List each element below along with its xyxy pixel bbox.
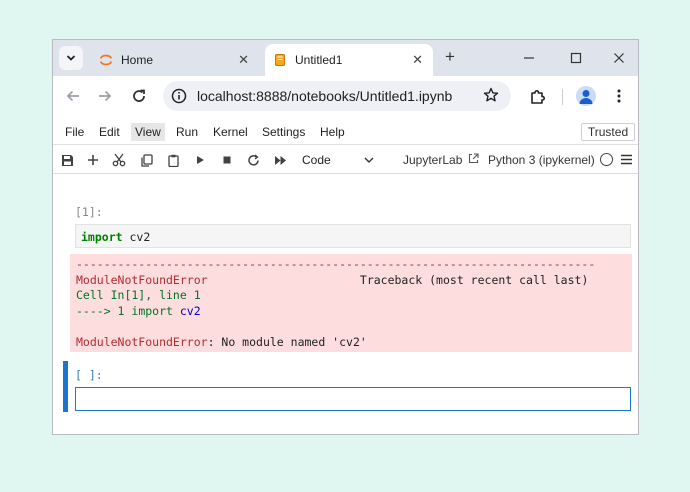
- restart-icon: [247, 153, 259, 166]
- menu-edit[interactable]: Edit: [99, 125, 120, 139]
- reload-icon: [133, 89, 145, 102]
- save-button[interactable]: [60, 153, 74, 167]
- menu-help[interactable]: Help: [320, 125, 345, 139]
- menu-settings[interactable]: Settings: [262, 125, 305, 139]
- tab-title: Untitled1: [295, 53, 343, 67]
- traceback-label: Traceback (most recent call last): [359, 272, 589, 287]
- interrupt-button[interactable]: [220, 153, 234, 167]
- cell1-prompt: [1]:: [75, 205, 103, 219]
- back-button[interactable]: [64, 87, 82, 105]
- tab-untitled1[interactable]: Untitled1 ✕: [265, 44, 433, 76]
- save-icon: [61, 154, 73, 166]
- browser-menu-button[interactable]: [610, 87, 628, 105]
- jupyter-menubar: File Edit View Run Kernel Settings Help …: [53, 120, 638, 145]
- error-name: ModuleNotFoundError: [76, 272, 208, 287]
- reload-button[interactable]: [130, 87, 148, 105]
- stop-icon: [223, 156, 231, 164]
- error-module: cv2: [179, 303, 201, 318]
- browser-toolbar: localhost:8888/notebooks/Untitled1.ipynb: [53, 76, 638, 116]
- arrow-left-icon: [66, 90, 79, 102]
- fast-forward-icon: [274, 155, 286, 165]
- error-arrow: ----> 1: [76, 303, 132, 318]
- kernel-status-icon: [600, 153, 613, 166]
- copy-button[interactable]: [139, 153, 153, 167]
- chevron-down-icon: [66, 55, 76, 61]
- menu-kernel[interactable]: Kernel: [213, 125, 248, 139]
- arrow-right-icon: [99, 90, 112, 102]
- open-jupyterlab-link[interactable]: JupyterLab: [403, 153, 479, 167]
- plus-icon: [88, 155, 98, 165]
- more-vert-icon: [617, 89, 621, 103]
- error-separator: ----------------------------------------…: [76, 257, 596, 271]
- trusted-indicator[interactable]: Trusted: [581, 123, 635, 141]
- browser-window: Home ✕ Untitled1 ✕ + localhost:8888/note…: [52, 39, 639, 435]
- active-cell-indicator: [63, 361, 68, 412]
- extensions-button[interactable]: [528, 87, 546, 105]
- empty-code-cell-input[interactable]: [75, 387, 631, 411]
- cell-type-select[interactable]: Code: [302, 153, 331, 167]
- restart-run-all-button[interactable]: [273, 153, 287, 167]
- address-bar[interactable]: localhost:8888/notebooks/Untitled1.ipynb: [163, 81, 511, 111]
- code-keyword: import: [81, 230, 123, 244]
- close-tab-icon[interactable]: ✕: [412, 52, 423, 68]
- forward-button[interactable]: [96, 87, 114, 105]
- external-link-icon: [468, 153, 479, 164]
- paste-button[interactable]: [166, 153, 180, 167]
- minimize-icon[interactable]: [523, 52, 535, 64]
- jupyterlab-label: JupyterLab: [403, 153, 463, 167]
- cut-button[interactable]: [112, 153, 126, 167]
- clipboard-icon: [167, 154, 179, 167]
- profile-avatar[interactable]: [576, 86, 596, 106]
- tab-strip: Home ✕ Untitled1 ✕ +: [53, 40, 638, 76]
- play-icon: [197, 156, 204, 164]
- tab-search-button[interactable]: [59, 46, 83, 70]
- user-icon: [579, 90, 593, 104]
- new-tab-button[interactable]: +: [445, 48, 455, 65]
- code-cell-input[interactable]: import cv2: [75, 224, 631, 248]
- close-tab-icon[interactable]: ✕: [238, 52, 249, 68]
- error-keyword: import: [131, 303, 173, 318]
- url-text[interactable]: localhost:8888/notebooks/Untitled1.ipynb: [197, 88, 452, 104]
- menu-file[interactable]: File: [65, 125, 84, 139]
- menu-run[interactable]: Run: [176, 125, 198, 139]
- error-final-name: ModuleNotFoundError: [76, 334, 208, 349]
- maximize-icon[interactable]: [570, 52, 582, 64]
- copy-icon: [140, 153, 153, 167]
- hamburger-menu-icon[interactable]: [620, 153, 633, 166]
- kernel-name[interactable]: Python 3 (ipykernel): [488, 153, 595, 167]
- restart-button[interactable]: [246, 153, 260, 167]
- toolbar-divider: [562, 89, 563, 105]
- menu-view[interactable]: View: [131, 123, 165, 141]
- bookmark-star-icon[interactable]: [483, 87, 499, 103]
- run-button[interactable]: [193, 153, 207, 167]
- notebook-icon: [275, 54, 285, 66]
- tab-home[interactable]: Home ✕: [91, 44, 259, 76]
- scissors-icon: [112, 153, 126, 167]
- code-text: cv2: [122, 230, 151, 244]
- error-message: : No module named 'cv2': [207, 334, 367, 349]
- cell2-prompt: [ ]:: [75, 368, 103, 382]
- chevron-down-icon[interactable]: [363, 154, 375, 166]
- notebook-toolbar: Code JupyterLab Python 3 (ipykernel): [53, 146, 638, 174]
- close-window-icon[interactable]: [613, 52, 625, 64]
- tab-title: Home: [121, 53, 154, 67]
- puzzle-icon: [530, 89, 545, 104]
- insert-cell-button[interactable]: [86, 153, 100, 167]
- site-info-icon[interactable]: [171, 88, 187, 104]
- error-output: ----------------------------------------…: [70, 254, 632, 352]
- cell-reference: Cell In[1], line 1: [76, 288, 201, 302]
- jupyter-logo-icon: [100, 54, 112, 66]
